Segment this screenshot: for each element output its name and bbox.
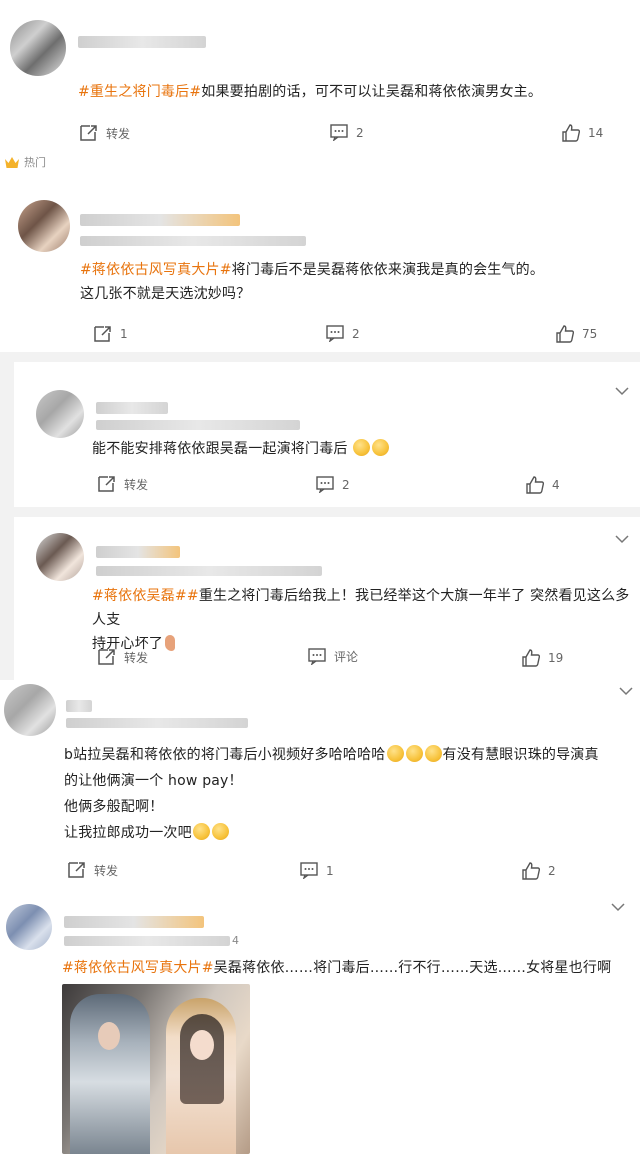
- like-button[interactable]: 19: [522, 649, 563, 667]
- chevron-down-icon[interactable]: [614, 386, 630, 396]
- like-button[interactable]: 75: [556, 325, 597, 343]
- repost-icon: [68, 862, 85, 878]
- username[interactable]: [64, 916, 204, 928]
- thumbs-up-icon: [556, 325, 574, 343]
- avatar[interactable]: [36, 390, 84, 438]
- repost-icon: [94, 326, 111, 342]
- hugging-emoji-icon: [386, 745, 404, 762]
- username[interactable]: [80, 214, 240, 226]
- hashtag-link[interactable]: #蒋依依吴磊#: [92, 588, 187, 604]
- thumbs-up-icon: [522, 862, 540, 880]
- hot-badge: 热门: [4, 154, 46, 170]
- avatar[interactable]: [6, 904, 52, 950]
- avatar[interactable]: [4, 684, 56, 736]
- hashtag-link[interactable]: #重生之将门毒后#: [78, 84, 201, 100]
- crying-emoji-icon: [353, 439, 371, 456]
- divider: [14, 507, 640, 517]
- avatar[interactable]: [10, 20, 66, 76]
- comment-text: #蒋依依吴磊##重生之将门毒后给我上！我已经举这个大旗一年半了 突然看见这么多人…: [92, 588, 630, 652]
- thumbs-up-icon: [526, 476, 544, 494]
- avatar[interactable]: [18, 200, 70, 252]
- repost-button[interactable]: 1: [92, 325, 128, 343]
- like-button[interactable]: 14: [562, 124, 603, 142]
- divider: [0, 352, 640, 362]
- username[interactable]: [96, 546, 180, 558]
- comment-button[interactable]: 2: [326, 325, 360, 342]
- timestamp: [64, 936, 230, 946]
- attached-photo[interactable]: [62, 984, 250, 1154]
- divider: [0, 362, 14, 680]
- photo-figure-left: [70, 994, 150, 1154]
- chevron-down-icon[interactable]: [614, 534, 630, 544]
- repost-button[interactable]: 转发: [96, 475, 148, 493]
- comment-button[interactable]: 1: [300, 862, 334, 879]
- comment-text: #蒋依依古风写真大片#吴磊蒋依依……将门毒后……行不行……天选……女将星也行啊: [62, 960, 612, 976]
- username[interactable]: [66, 700, 92, 712]
- thumbs-up-icon: [522, 649, 540, 667]
- like-button[interactable]: 4: [526, 476, 560, 494]
- hashtag-link[interactable]: #蒋依依古风写真大片#: [62, 960, 214, 976]
- like-button[interactable]: 2: [522, 862, 556, 880]
- chevron-down-icon[interactable]: [618, 686, 634, 696]
- hashtag-link[interactable]: #蒋依依古风写真大片#: [80, 262, 232, 278]
- crying-emoji-icon: [372, 439, 390, 456]
- thumbs-up-icon: [562, 124, 580, 142]
- timestamp-suffix: 4: [232, 934, 239, 947]
- crown-icon: [5, 156, 19, 168]
- comment-icon: [300, 862, 318, 879]
- hugging-emoji-icon: [192, 823, 210, 840]
- repost-icon: [80, 125, 97, 141]
- comment-button[interactable]: 2: [330, 124, 364, 141]
- photo-face-left: [98, 1022, 120, 1050]
- hugging-emoji-icon: [405, 745, 423, 762]
- comment-icon: [326, 325, 344, 342]
- repost-button[interactable]: 转发: [66, 861, 118, 879]
- chevron-down-icon[interactable]: [610, 902, 626, 912]
- comment-icon: [330, 124, 348, 141]
- timestamp: [80, 236, 306, 246]
- repost-icon: [98, 649, 115, 665]
- avatar[interactable]: [36, 533, 84, 581]
- ear-emoji-icon: [165, 635, 175, 651]
- comment-text: b站拉吴磊和蒋依依的将门毒后小视频好多哈哈哈哈 有没有慧眼识珠的导演真 的让他俩演…: [64, 745, 599, 841]
- comment-icon: [316, 476, 334, 493]
- comment-text: #蒋依依古风写真大片#将门毒后不是吴磊蒋依依来演我是真的会生气的。 这几张不就是…: [80, 262, 545, 302]
- photo-face-right: [190, 1030, 214, 1060]
- comment-text: #重生之将门毒后#如果要拍剧的话，可不可以让吴磊和蒋依依演男女主。: [78, 84, 543, 100]
- comment-button[interactable]: 2: [316, 476, 350, 493]
- comment-text: 能不能安排蒋依依跟吴磊一起演将门毒后: [92, 437, 612, 461]
- comment-button[interactable]: 评论: [308, 648, 358, 665]
- username[interactable]: [78, 36, 206, 48]
- hugging-emoji-icon: [424, 745, 442, 762]
- hugging-emoji-icon: [211, 823, 229, 840]
- username[interactable]: [96, 402, 168, 414]
- repost-button[interactable]: 转发: [96, 648, 148, 666]
- timestamp: [96, 420, 300, 430]
- timestamp: [96, 566, 322, 576]
- comment-icon: [308, 648, 326, 665]
- timestamp: [66, 718, 248, 728]
- repost-icon: [98, 476, 115, 492]
- repost-button[interactable]: 转发: [78, 124, 130, 142]
